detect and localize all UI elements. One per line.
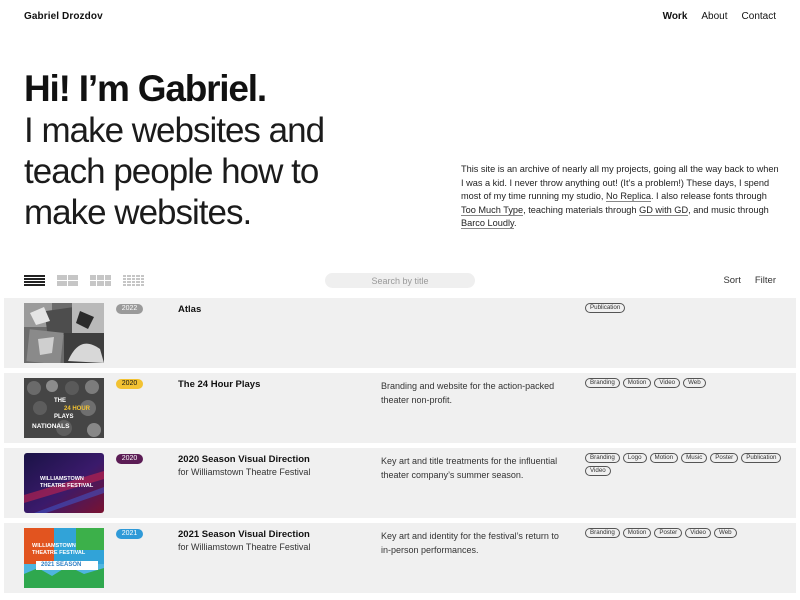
sort-filter: Sort Filter (723, 275, 776, 286)
thumb-caption: THE (54, 398, 66, 404)
tag-video[interactable]: Video (585, 466, 611, 476)
list-view-icon[interactable] (24, 275, 45, 286)
project-title: The 24 Hour Plays (178, 379, 261, 390)
nav-work[interactable]: Work (663, 11, 688, 22)
project-row-2020-season[interactable]: WILLIAMSTOWN THEATRE FESTIVAL 2020 2020 … (4, 448, 796, 518)
tag-poster[interactable]: Poster (710, 453, 739, 463)
nav-contact[interactable]: Contact (742, 11, 776, 22)
hero-tagline-line: make websites. (24, 193, 252, 232)
too-much-type-link[interactable]: Too Much Type (461, 204, 524, 216)
tag-logo[interactable]: Logo (622, 453, 647, 463)
hero-tagline-line: teach people how to (24, 152, 319, 191)
thumb-caption: WILLIAMSTOWN (40, 476, 84, 482)
year-badge: 2021 (116, 529, 143, 539)
project-row-atlas[interactable]: 2022 Atlas Publication (4, 298, 796, 368)
project-thumbnail: THE 24 HOUR PLAYS NATIONALS (24, 378, 104, 438)
intro-text: . (513, 218, 517, 229)
thumb-caption: 24 HOUR (64, 406, 91, 412)
atlas-collage-image (24, 303, 104, 363)
tag-poster[interactable]: Poster (654, 528, 683, 538)
tag-music[interactable]: Music (681, 453, 708, 463)
project-tags: Branding Logo Motion Music Poster Public… (585, 453, 785, 476)
project-tags: Publication (585, 303, 785, 313)
project-tags: Branding Motion Poster Video Web (585, 528, 785, 538)
project-thumbnail (24, 303, 104, 363)
tag-motion[interactable]: Motion (649, 453, 679, 463)
project-thumbnail: WILLIAMSTOWN THEATRE FESTIVAL 2021 SEASO… (24, 528, 104, 588)
thumb-caption: THEATRE FESTIVAL (32, 550, 86, 556)
tag-web[interactable]: Web (713, 528, 737, 538)
site-name[interactable]: Gabriel Drozdov (24, 11, 103, 22)
hero: Hi! I’m Gabriel. I make websites and tea… (24, 68, 444, 233)
tag-branding[interactable]: Branding (585, 453, 620, 463)
project-description: Key art and identity for the festival’s … (381, 531, 559, 555)
project-row-24-hour-plays[interactable]: THE 24 HOUR PLAYS NATIONALS 2020 The 24 … (4, 373, 796, 443)
list-controls: Sort Filter (0, 272, 800, 290)
gd-with-gd-link[interactable]: GD with GD (639, 204, 689, 216)
filter-button[interactable]: Filter (755, 275, 776, 286)
top-bar: Gabriel Drozdov Work About Contact (0, 0, 800, 34)
project-tags: Branding Motion Video Web (585, 378, 785, 388)
project-thumbnail: WILLIAMSTOWN THEATRE FESTIVAL (24, 453, 104, 513)
project-title: 2020 Season Visual Direction (178, 454, 310, 465)
tag-motion[interactable]: Motion (622, 528, 652, 538)
hero-greeting: Hi! I’m Gabriel. (24, 68, 267, 109)
project-client: for Williamstown Theatre Festival (178, 467, 311, 477)
project-row-2021-season[interactable]: WILLIAMSTOWN THEATRE FESTIVAL 2021 SEASO… (4, 523, 796, 593)
thumb-caption: PLAYS (54, 414, 74, 420)
year-badge: 2022 (116, 304, 143, 314)
tag-publication[interactable]: Publication (741, 453, 782, 463)
barco-loudly-link[interactable]: Barco Loudly (461, 218, 514, 230)
project-title: Atlas (178, 304, 202, 315)
project-description: Key art and title treatments for the inf… (381, 456, 558, 480)
project-title-block: The 24 Hour Plays (178, 379, 368, 391)
tag-video[interactable]: Video (654, 378, 681, 388)
project-title-block: 2020 Season Visual Direction for William… (178, 454, 368, 479)
tag-branding[interactable]: Branding (585, 378, 620, 388)
thumb-caption: WILLIAMSTOWN (32, 543, 76, 549)
project-title-block: 2021 Season Visual Direction for William… (178, 529, 368, 554)
tag-video[interactable]: Video (685, 528, 711, 538)
hero-tagline-line: I make websites and (24, 111, 325, 150)
intro-text: , teaching materials through (523, 204, 640, 215)
intro-paragraph: This site is an archive of nearly all my… (461, 163, 779, 231)
view-toggle (24, 275, 144, 286)
project-list: 2022 Atlas Publication THE 24 HOUR PLAYS (4, 298, 796, 598)
tag-motion[interactable]: Motion (622, 378, 652, 388)
year-badge: 2020 (116, 454, 143, 464)
grid-large-view-icon[interactable] (57, 275, 78, 286)
project-description: Branding and website for the action-pack… (381, 381, 555, 405)
main-nav: Work About Contact (663, 11, 776, 22)
tag-publication[interactable]: Publication (585, 303, 626, 313)
intro-text: . I also release fonts through (650, 191, 767, 202)
project-client: for Williamstown Theatre Festival (178, 542, 311, 552)
nav-about[interactable]: About (701, 11, 727, 22)
thumb-caption: THEATRE FESTIVAL (40, 483, 94, 489)
wtf-2021-key-art-image (24, 528, 104, 588)
year-badge: 2020 (116, 379, 143, 389)
intro-text: , and music through (688, 204, 769, 215)
thumb-caption: NATIONALS (32, 423, 70, 430)
grid-medium-view-icon[interactable] (90, 275, 111, 286)
thumb-caption: 2021 SEASON (41, 562, 82, 568)
tag-branding[interactable]: Branding (585, 528, 620, 538)
project-title: 2021 Season Visual Direction (178, 529, 310, 540)
tag-web[interactable]: Web (683, 378, 706, 388)
sort-button[interactable]: Sort (723, 275, 740, 286)
search-input[interactable] (325, 273, 475, 288)
grid-small-view-icon[interactable] (123, 275, 144, 286)
no-replica-link[interactable]: No Replica (606, 191, 651, 203)
hero-tagline: I make websites and teach people how to … (24, 110, 444, 233)
project-title-block: Atlas (178, 304, 368, 316)
